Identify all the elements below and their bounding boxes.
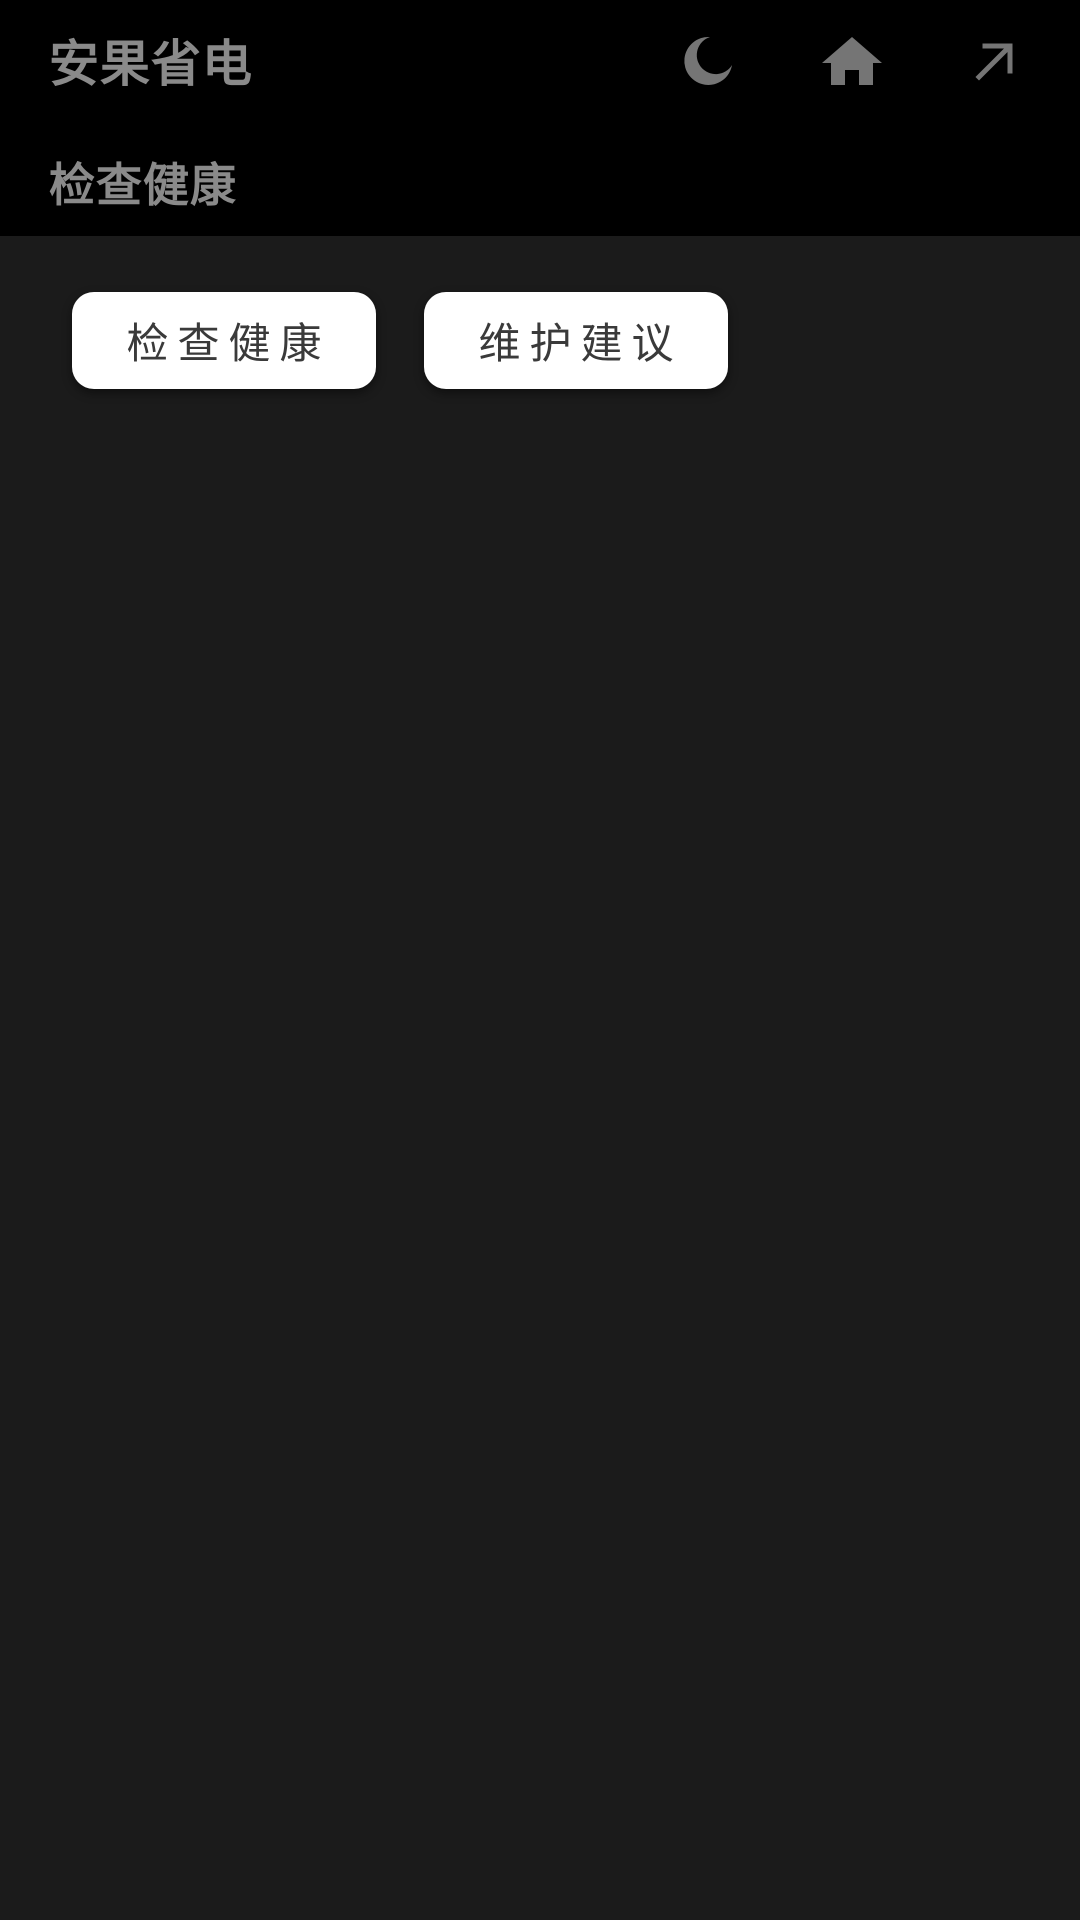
home-button[interactable] xyxy=(807,24,897,98)
main-content: 检查健康 维护建议 xyxy=(0,236,1080,1920)
top-app-bar: 安果省电 检查健康 xyxy=(0,0,1080,236)
maintenance-advice-button[interactable]: 维护建议 xyxy=(424,292,728,389)
night-mode-button[interactable] xyxy=(663,24,753,98)
open-external-button[interactable] xyxy=(950,24,1040,98)
app-screen: 安果省电 检查健康 检查健康 维护建议 xyxy=(0,0,1080,1920)
moon-icon xyxy=(684,36,732,85)
home-icon xyxy=(822,37,882,85)
app-title: 安果省电 xyxy=(49,35,253,93)
arrow-up-right-icon xyxy=(975,43,1013,81)
check-health-button[interactable]: 检查健康 xyxy=(72,292,376,389)
page-title: 检查健康 xyxy=(49,158,237,212)
